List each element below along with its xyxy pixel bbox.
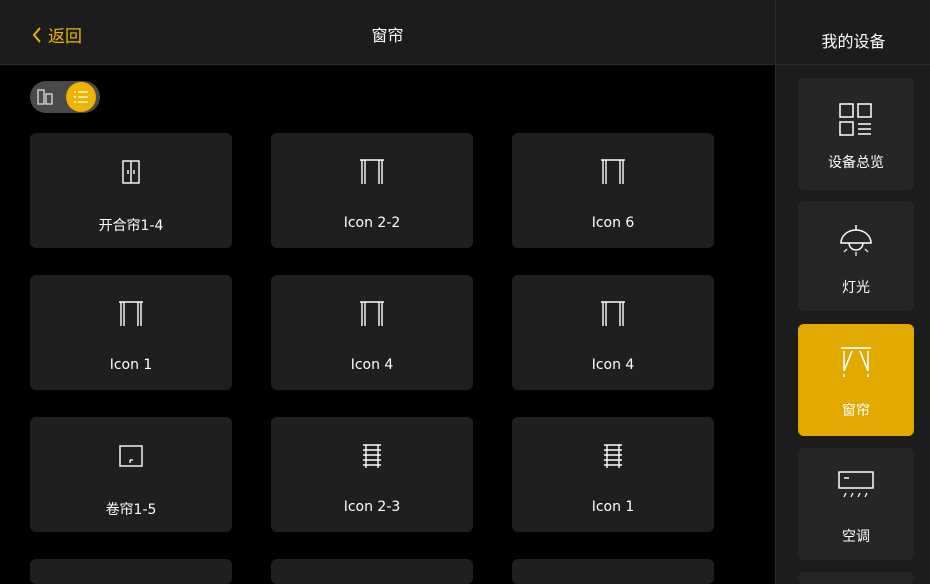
- device-label: Icon 1: [109, 357, 153, 373]
- device-label: Icon 1: [591, 499, 635, 515]
- sidebar-item-aircon[interactable]: 空调: [798, 448, 914, 560]
- device-card[interactable]: Icon 4: [512, 275, 714, 390]
- sidebar-item-lighting[interactable]: 灯光: [798, 201, 914, 311]
- sidebar: 我的设备 设备总览 灯光 窗帘 空调: [775, 0, 930, 584]
- list-view-icon: [74, 91, 88, 103]
- venetian-blind-icon: [363, 444, 381, 468]
- device-label: Icon 4: [350, 357, 394, 373]
- device-label: Icon 2-3: [343, 499, 401, 515]
- sidebar-item-label: 空调: [842, 529, 870, 545]
- device-label: Icon 6: [591, 215, 635, 231]
- device-card[interactable]: [512, 559, 714, 584]
- view-toggle[interactable]: [30, 81, 100, 113]
- device-label: Icon 4: [591, 357, 635, 373]
- top-bar: 返回 窗帘: [0, 0, 775, 65]
- page-title: 窗帘: [371, 26, 404, 45]
- grid-view-icon[interactable]: [37, 89, 53, 105]
- device-card[interactable]: Icon 1: [512, 417, 714, 532]
- lamp-icon: [840, 225, 872, 256]
- sidebar-title: 我的设备: [821, 32, 886, 51]
- device-card[interactable]: 卷帘1-5: [30, 417, 232, 532]
- device-card[interactable]: 开合帘1-4: [30, 133, 232, 248]
- divider: [776, 64, 930, 65]
- device-card[interactable]: Icon 4: [271, 275, 473, 390]
- roller-blind-icon: [119, 445, 143, 467]
- sidebar-item-more[interactable]: [798, 572, 914, 584]
- device-card[interactable]: Icon 1: [30, 275, 232, 390]
- sidebar-item-curtain[interactable]: 窗帘: [798, 324, 914, 436]
- device-card[interactable]: [30, 559, 232, 584]
- curtain-icon: [841, 347, 871, 377]
- curtain-icon: [119, 301, 143, 326]
- device-card[interactable]: Icon 2-3: [271, 417, 473, 532]
- device-label: 卷帘1-5: [105, 502, 157, 518]
- sidebar-item-label: 灯光: [842, 280, 870, 296]
- sidebar-item-overview[interactable]: 设备总览: [798, 78, 914, 190]
- device-card[interactable]: Icon 6: [512, 133, 714, 248]
- aircon-icon: [838, 471, 874, 498]
- device-label: 开合帘1-4: [98, 218, 164, 234]
- curtain-icon: [601, 159, 625, 184]
- curtain-icon: [601, 301, 625, 326]
- list-view-button[interactable]: [66, 82, 96, 112]
- device-label: Icon 2-2: [343, 215, 401, 231]
- split-curtain-icon: [122, 160, 140, 184]
- sidebar-item-label: 窗帘: [842, 403, 870, 419]
- device-card[interactable]: Icon 2-2: [271, 133, 473, 248]
- venetian-blind-icon: [604, 444, 622, 468]
- sidebar-item-label: 设备总览: [828, 155, 884, 171]
- curtain-icon: [360, 301, 384, 326]
- overview-icon: [839, 103, 872, 136]
- device-card[interactable]: [271, 559, 473, 584]
- curtain-icon: [360, 159, 384, 184]
- main-content: 开合帘1-4 Icon 2-2 Icon 6 Icon 1 Icon 4 Ico…: [0, 65, 775, 584]
